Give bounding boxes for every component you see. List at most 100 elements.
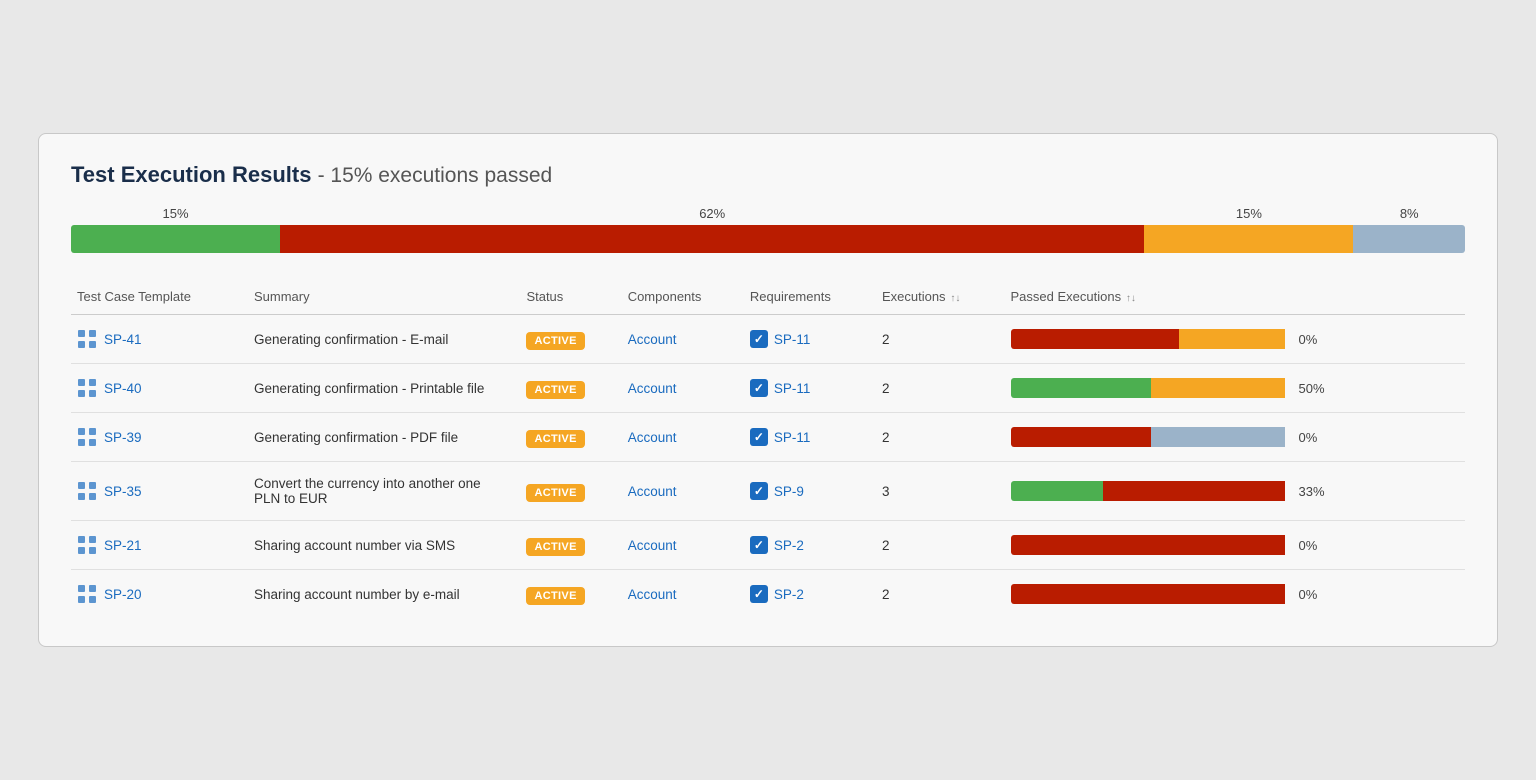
mini-bar-segment [1011,427,1151,447]
page-title: Test Execution Results - 15% executions … [71,162,1465,188]
requirement-link[interactable]: SP-2 [774,587,804,602]
passed-executions-cell: 0% [1005,521,1465,570]
mini-bar-wrap: 0% [1011,535,1455,555]
test-id-link[interactable]: SP-40 [104,381,142,396]
test-id-link[interactable]: SP-21 [104,538,142,553]
table-row: SP-39 Generating confirmation - PDF file… [71,413,1465,462]
requirement-link[interactable]: SP-9 [774,484,804,499]
requirements-cell: SP-9 [744,462,876,521]
active-badge: ACTIVE [526,538,584,556]
status-cell: ACTIVE [520,570,621,619]
progress-labels: 15%62%15%8% [71,206,1465,221]
main-card: Test Execution Results - 15% executions … [38,133,1498,647]
passed-executions-cell: 33% [1005,462,1465,521]
test-id-link[interactable]: SP-39 [104,430,142,445]
mini-bar-segment [1103,481,1285,501]
mini-bar-segment [1011,481,1103,501]
component-cell: Account [622,521,744,570]
component-link[interactable]: Account [628,430,677,445]
executions-cell: 2 [876,521,1005,570]
passed-pct-label: 0% [1299,538,1333,553]
progress-label-15%: 15% [1144,206,1353,221]
test-id-cell: SP-20 [71,570,248,619]
component-link[interactable]: Account [628,332,677,347]
checkbox-icon [750,536,768,554]
grid-icon [77,584,97,604]
summary-cell: Generating confirmation - PDF file [248,413,520,462]
progress-label-8%: 8% [1353,206,1465,221]
component-link[interactable]: Account [628,587,677,602]
requirement-link[interactable]: SP-11 [774,430,811,445]
col-header-executions[interactable]: Executions ↑↓ [876,281,1005,315]
component-link[interactable]: Account [628,484,677,499]
summary-cell: Generating confirmation - Printable file [248,364,520,413]
progress-label-62%: 62% [280,206,1144,221]
table-row: SP-41 Generating confirmation - E-mailAC… [71,315,1465,364]
test-id-cell: SP-40 [71,364,248,413]
status-cell: ACTIVE [520,413,621,462]
executions-cell: 2 [876,570,1005,619]
mini-bar-wrap: 0% [1011,329,1455,349]
mini-bar-wrap: 50% [1011,378,1455,398]
mini-bar [1011,378,1291,398]
passed-pct-label: 0% [1299,332,1333,347]
executions-cell: 2 [876,315,1005,364]
executions-cell: 2 [876,364,1005,413]
test-id-cell: SP-39 [71,413,248,462]
col-header-template: Test Case Template [71,281,248,315]
requirement-link[interactable]: SP-11 [774,381,811,396]
requirements-cell: SP-2 [744,570,876,619]
summary-cell: Generating confirmation - E-mail [248,315,520,364]
grid-icon [77,481,97,501]
grid-icon [77,427,97,447]
sort-icon: ↑↓ [948,293,961,304]
mini-bar-segment [1151,329,1179,349]
mini-bar [1011,427,1291,447]
status-cell: ACTIVE [520,462,621,521]
checkbox-icon [750,482,768,500]
passed-pct-label: 0% [1299,587,1333,602]
component-cell: Account [622,315,744,364]
grid-icon [77,378,97,398]
requirements-cell: SP-11 [744,413,876,462]
active-badge: ACTIVE [526,430,584,448]
executions-cell: 2 [876,413,1005,462]
col-header-status: Status [520,281,621,315]
grid-icon [77,329,97,349]
active-badge: ACTIVE [526,484,584,502]
subtitle-text: - 15% executions passed [318,164,553,187]
test-id-link[interactable]: SP-35 [104,484,142,499]
progress-section: 15%62%15%8% [71,206,1465,253]
mini-bar-segment [1011,535,1285,555]
requirement-link[interactable]: SP-11 [774,332,811,347]
status-cell: ACTIVE [520,521,621,570]
progress-bar [71,225,1465,253]
test-id-cell: SP-41 [71,315,248,364]
bar-segment [1144,225,1353,253]
col-header-passed[interactable]: Passed Executions ↑↓ [1005,281,1465,315]
mini-bar-wrap: 0% [1011,427,1455,447]
results-table: Test Case TemplateSummaryStatusComponent… [71,281,1465,618]
summary-cell: Sharing account number via SMS [248,521,520,570]
test-id-cell: SP-21 [71,521,248,570]
active-badge: ACTIVE [526,587,584,605]
summary-cell: Convert the currency into another one PL… [248,462,520,521]
checkbox-icon [750,428,768,446]
mini-bar [1011,535,1291,555]
status-cell: ACTIVE [520,364,621,413]
requirement-link[interactable]: SP-2 [774,538,804,553]
table-row: SP-21 Sharing account number via SMS ACTI… [71,521,1465,570]
requirements-cell: SP-2 [744,521,876,570]
mini-bar [1011,481,1291,501]
test-id-link[interactable]: SP-20 [104,587,142,602]
component-link[interactable]: Account [628,538,677,553]
mini-bar-segment [1151,427,1285,447]
mini-bar-segment [1011,584,1285,604]
mini-bar [1011,329,1291,349]
table-header-row: Test Case TemplateSummaryStatusComponent… [71,281,1465,315]
component-cell: Account [622,570,744,619]
executions-cell: 3 [876,462,1005,521]
component-link[interactable]: Account [628,381,677,396]
test-id-link[interactable]: SP-41 [104,332,142,347]
component-cell: Account [622,462,744,521]
